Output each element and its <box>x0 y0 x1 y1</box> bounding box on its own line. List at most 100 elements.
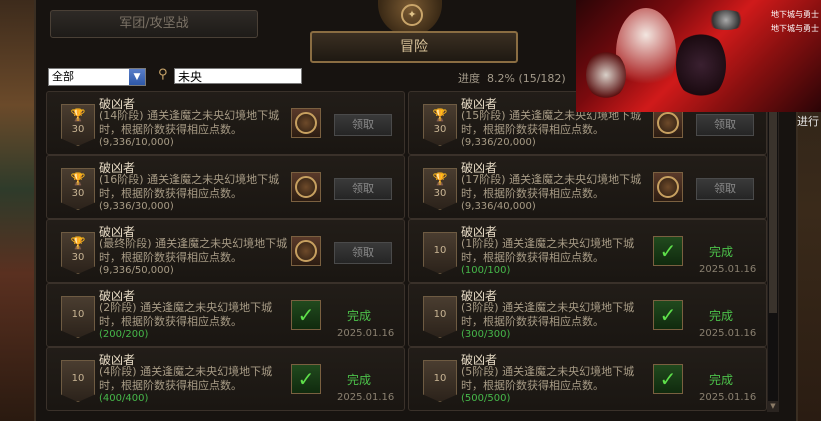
claim-button[interactable]: 领取 <box>334 114 392 136</box>
achievement-card: 🏆 30 破凶者 (17阶段) 通关逢魔之未央幻境地下城时，根据阶数获得相应点数。 (9… <box>408 155 767 219</box>
completed-date: 2025.01.16 <box>699 328 757 339</box>
checkmark-icon: ✓ <box>292 301 320 329</box>
trophy-icon: 🏆 <box>70 172 86 186</box>
badge-points: 30 <box>433 124 447 135</box>
completed-label: 完成 <box>347 309 372 323</box>
trophy-icon: 🏆 <box>432 172 448 186</box>
reward-item-slot[interactable] <box>653 108 683 138</box>
claim-button[interactable]: 领取 <box>334 242 392 264</box>
badge-points: 10 <box>71 373 85 384</box>
achievement-points-badge: 🏆 30 <box>61 168 95 210</box>
achievement-points-badge: 10 <box>423 296 457 338</box>
category-filter-value: 全部 <box>52 70 74 83</box>
badge-points: 30 <box>71 124 85 135</box>
tab-legion-siege[interactable]: 军团/攻坚战 <box>50 10 258 38</box>
trophy-icon: 🏆 <box>70 236 86 250</box>
completed-date: 2025.01.16 <box>337 392 395 403</box>
achievement-points-badge: 10 <box>61 360 95 402</box>
search-icon: ⚲ <box>158 67 168 82</box>
completed-item-slot[interactable]: ✓ <box>291 364 321 394</box>
achievement-points-badge: 10 <box>423 360 457 402</box>
achievement-description: (17阶段) 通关逢魔之未央幻境地下城时，根据阶数获得相应点数。 <box>461 173 642 200</box>
reward-item-slot[interactable] <box>291 236 321 266</box>
achievement-points-badge: 10 <box>61 296 95 338</box>
achievement-progress-count: (9,336/20,000) <box>461 137 536 148</box>
achievement-points-badge: 🏆 30 <box>423 168 457 210</box>
achievement-progress-count: (500/500) <box>461 393 511 404</box>
trophy-icon: 🏆 <box>432 108 448 122</box>
completed-label: 完成 <box>709 245 734 259</box>
chevron-down-icon[interactable]: ▼ <box>129 69 145 85</box>
side-panel-text: 进行 <box>797 115 819 128</box>
completed-item-slot[interactable]: ✓ <box>653 364 683 394</box>
category-filter-select[interactable]: 全部 ▼ <box>48 68 146 86</box>
promo-game-logo: 地下城与勇士 地下城与勇士 <box>770 8 820 36</box>
reward-chest-icon <box>295 112 317 134</box>
tab-adventure[interactable]: 冒险 <box>310 31 518 63</box>
checkmark-icon: ✓ <box>654 301 682 329</box>
checkmark-icon: ✓ <box>654 237 682 265</box>
progress-label: 进度 <box>458 72 480 85</box>
reward-chest-icon <box>295 176 317 198</box>
scroll-down-arrow-icon[interactable]: ▼ <box>768 401 778 411</box>
side-panel-fragment: 进行 <box>797 116 821 128</box>
achievement-progress-count: (9,336/50,000) <box>99 265 174 276</box>
achievement-points-badge: 🏆 30 <box>61 104 95 146</box>
achievement-progress-count: (200/200) <box>99 329 149 340</box>
achievement-description: (5阶段) 通关逢魔之未央幻境地下城时，根据阶数获得相应点数。 <box>461 365 635 392</box>
achievement-description: (2阶段) 通关逢魔之未央幻境地下城时，根据阶数获得相应点数。 <box>99 301 273 328</box>
achievement-description: (最终阶段) 通关逢魔之未央幻境地下城时，根据阶数获得相应点数。 <box>99 237 288 264</box>
badge-points: 30 <box>71 188 85 199</box>
reward-item-slot[interactable] <box>291 172 321 202</box>
completed-item-slot[interactable]: ✓ <box>653 300 683 330</box>
achievement-description: (14阶段) 通关逢魔之未央幻境地下城时，根据阶数获得相应点数。 <box>99 109 280 136</box>
promo-character-figure <box>676 30 726 100</box>
trophy-icon: 🏆 <box>70 108 86 122</box>
achievement-description: (3阶段) 通关逢魔之未央幻境地下城时，根据阶数获得相应点数。 <box>461 301 635 328</box>
completed-date: 2025.01.16 <box>699 392 757 403</box>
badge-points: 10 <box>433 245 447 256</box>
progress-value: 8.2% (15/182) <box>487 72 566 85</box>
promo-logo-text: 地下城与勇士 <box>771 10 819 19</box>
badge-points: 10 <box>433 373 447 384</box>
claim-button[interactable]: 领取 <box>334 178 392 200</box>
reward-item-slot[interactable] <box>653 172 683 202</box>
claim-button[interactable]: 领取 <box>696 114 754 136</box>
achievement-card: 10 破凶者 (5阶段) 通关逢魔之未央幻境地下城时，根据阶数获得相应点数。 (500… <box>408 347 767 411</box>
achievement-progress-count: (300/300) <box>461 329 511 340</box>
promo-character-figure <box>616 8 676 98</box>
completed-label: 完成 <box>347 373 372 387</box>
achievement-description: (1阶段) 通关逢魔之未央幻境地下城时，根据阶数获得相应点数。 <box>461 237 635 264</box>
achievement-card: 10 破凶者 (2阶段) 通关逢魔之未央幻境地下城时，根据阶数获得相应点数。 (200… <box>46 283 405 347</box>
reward-chest-icon <box>295 240 317 262</box>
achievement-progress-count: (100/100) <box>461 265 511 276</box>
claim-button[interactable]: 领取 <box>696 178 754 200</box>
completed-date: 2025.01.16 <box>337 328 395 339</box>
badge-points: 30 <box>71 252 85 263</box>
scroll-thumb[interactable] <box>769 103 777 313</box>
achievement-description: (16阶段) 通关逢魔之未央幻境地下城时，根据阶数获得相应点数。 <box>99 173 280 200</box>
achievement-card: 🏆 30 破凶者 (16阶段) 通关逢魔之未央幻境地下城时，根据阶数获得相应点数。 (9… <box>46 155 405 219</box>
achievement-progress-count: (9,336/40,000) <box>461 201 536 212</box>
badge-points: 30 <box>433 188 447 199</box>
compass-icon: ✦ <box>401 4 423 26</box>
achievement-card: 10 破凶者 (1阶段) 通关逢魔之未央幻境地下城时，根据阶数获得相应点数。 (100… <box>408 219 767 283</box>
achievement-card: 10 破凶者 (4阶段) 通关逢魔之未央幻境地下城时，根据阶数获得相应点数。 (400… <box>46 347 405 411</box>
completed-date: 2025.01.16 <box>699 264 757 275</box>
completed-label: 完成 <box>709 373 734 387</box>
reward-item-slot[interactable] <box>291 108 321 138</box>
achievement-card: 🏆 30 破凶者 (14阶段) 通关逢魔之未央幻境地下城时，根据阶数获得相应点数。 (9… <box>46 91 405 155</box>
achievement-description: (4阶段) 通关逢魔之未央幻境地下城时，根据阶数获得相应点数。 <box>99 365 273 392</box>
completed-item-slot[interactable]: ✓ <box>653 236 683 266</box>
promo-bird-figure <box>706 10 746 30</box>
checkmark-icon: ✓ <box>654 365 682 393</box>
achievement-progress-count: (9,336/30,000) <box>99 201 174 212</box>
badge-points: 10 <box>433 309 447 320</box>
checkmark-icon: ✓ <box>292 365 320 393</box>
reward-chest-icon <box>657 176 679 198</box>
achievement-description: (15阶段) 通关逢魔之未央幻境地下城时，根据阶数获得相应点数。 <box>461 109 642 136</box>
scrollbar[interactable]: ▼ <box>767 92 779 412</box>
completed-item-slot[interactable]: ✓ <box>291 300 321 330</box>
search-input[interactable]: 未央 <box>174 68 302 84</box>
achievement-card: 🏆 30 破凶者 (最终阶段) 通关逢魔之未央幻境地下城时，根据阶数获得相应点数。 (9… <box>46 219 405 283</box>
